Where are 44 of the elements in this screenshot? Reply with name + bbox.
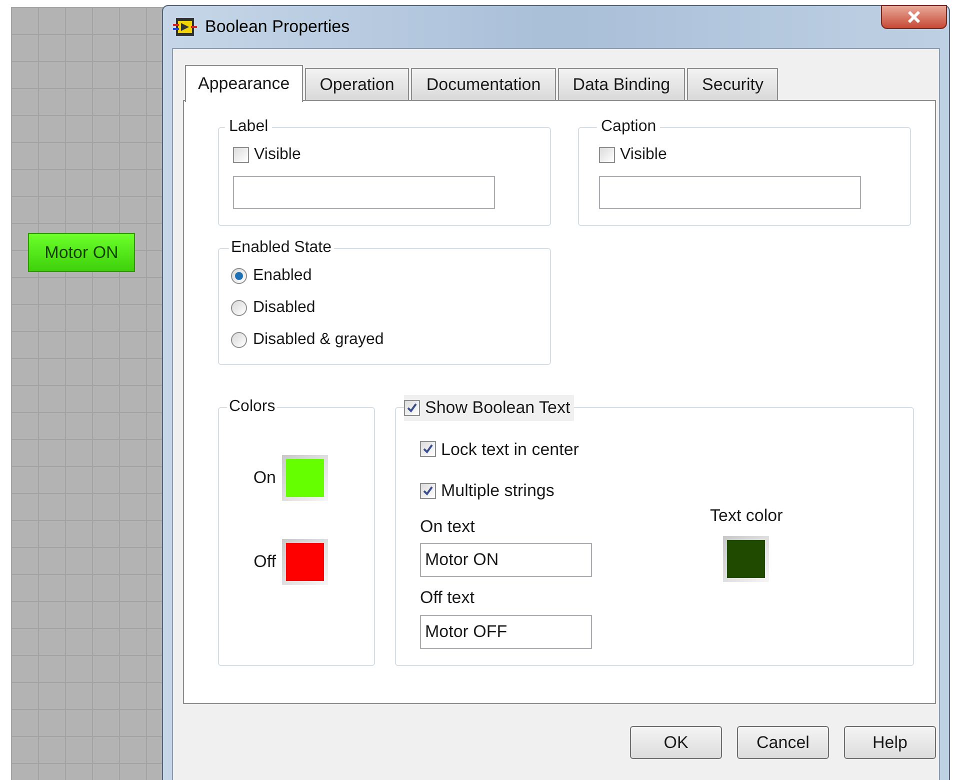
checkbox[interactable]: [404, 400, 420, 416]
text-field[interactable]: Motor OFF: [420, 614, 592, 648]
checkbox[interactable]: [599, 147, 615, 163]
checkbox-label[interactable]: Visible: [254, 143, 301, 167]
boolean-button[interactable]: Motor ON: [28, 233, 135, 272]
radio-button[interactable]: [231, 268, 247, 284]
radio-button[interactable]: [231, 332, 247, 348]
tab[interactable]: Security: [687, 68, 778, 101]
text-field[interactable]: [599, 176, 861, 209]
tab[interactable]: Documentation: [411, 68, 556, 101]
tab[interactable]: Appearance: [185, 65, 303, 102]
radio-button[interactable]: [231, 300, 247, 316]
color-swatch[interactable]: [286, 543, 324, 581]
checkbox[interactable]: [420, 441, 436, 458]
checkbox-label[interactable]: Multiple strings: [441, 478, 554, 504]
group-title: Enabled State: [230, 238, 333, 258]
window-title: Boolean Properties: [205, 16, 350, 38]
tab[interactable]: Data Binding: [558, 68, 686, 101]
swatch-label: Text color: [710, 504, 783, 526]
swatch-label: On: [253, 467, 276, 490]
group-title: Colors: [228, 397, 276, 417]
radio-label[interactable]: Disabled: [253, 296, 316, 320]
close-icon: [907, 11, 921, 23]
dialog-button[interactable]: OK: [630, 726, 722, 759]
close-button[interactable]: [881, 5, 947, 29]
field-label: On text: [420, 516, 475, 538]
group-title: Label: [228, 117, 270, 137]
checkbox-label[interactable]: Visible: [620, 143, 667, 167]
tab[interactable]: Operation: [304, 68, 410, 101]
color-swatch[interactable]: [286, 459, 324, 497]
dialog-button[interactable]: Cancel: [737, 726, 829, 759]
group-title: Caption: [600, 117, 658, 137]
radio-label[interactable]: Enabled: [253, 264, 312, 288]
radio-label[interactable]: Disabled & grayed: [253, 328, 384, 352]
field-label: Off text: [420, 587, 474, 609]
checkbox-label[interactable]: Lock text in center: [441, 436, 579, 462]
color-swatch[interactable]: [727, 540, 766, 578]
text-field[interactable]: [233, 176, 495, 209]
checkbox[interactable]: [420, 482, 436, 499]
dialog-button[interactable]: Help: [844, 726, 936, 759]
app-icon: [173, 17, 197, 37]
text-field[interactable]: Motor ON: [420, 543, 592, 577]
checkbox[interactable]: [233, 147, 249, 163]
swatch-label: Off: [254, 551, 276, 574]
